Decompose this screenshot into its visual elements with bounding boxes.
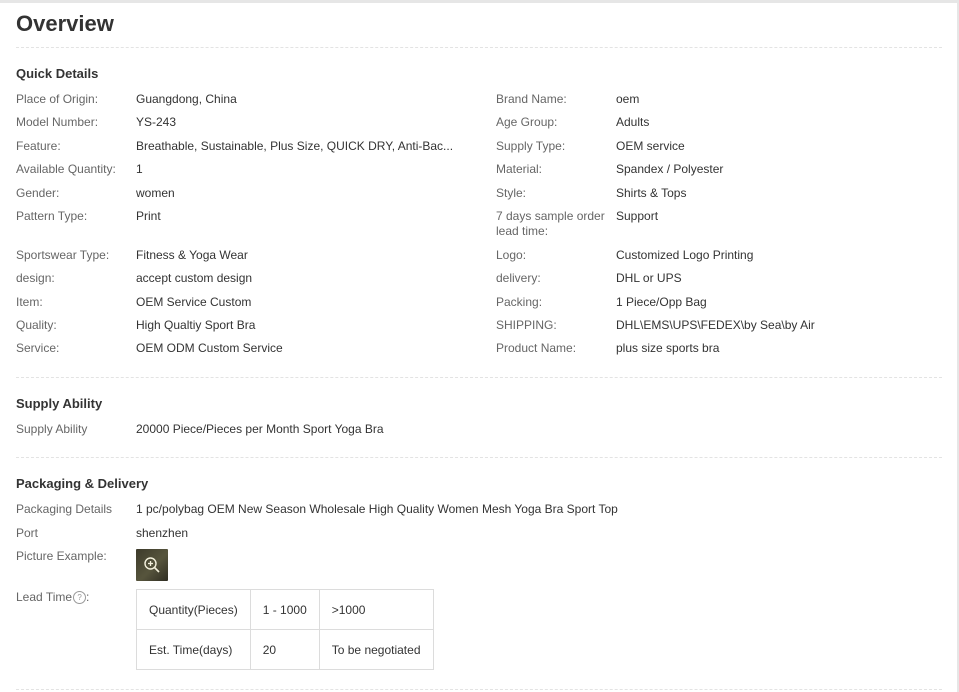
supply-ability-value: 20000 Piece/Pieces per Month Sport Yoga …: [136, 422, 384, 436]
detail-value: OEM ODM Custom Service: [136, 341, 283, 355]
detail-label: Sportswear Type:: [16, 248, 110, 262]
detail-label: 7 days sample order lead time:: [496, 209, 605, 238]
detail-value: accept custom design: [136, 271, 253, 285]
detail-label: Quality:: [16, 318, 57, 332]
detail-value: 1 Piece/Opp Bag: [616, 295, 707, 309]
detail-label: delivery:: [496, 271, 541, 285]
detail-value: women: [136, 186, 175, 200]
divider: [16, 689, 942, 690]
table-cell: 1 - 1000: [249, 589, 320, 630]
detail-value: Guangdong, China: [136, 92, 237, 106]
detail-label: Age Group:: [496, 115, 558, 129]
picture-example-thumbnail[interactable]: [136, 549, 168, 581]
table-cell: Est. Time(days): [136, 629, 251, 670]
supply-ability-label: Supply Ability: [16, 422, 88, 436]
detail-value: Shirts & Tops: [616, 186, 687, 200]
packaging-details-value: 1 pc/polybag OEM New Season Wholesale Hi…: [136, 502, 618, 516]
detail-label: Model Number:: [16, 115, 99, 129]
lead-time-table: Quantity(Pieces) 1 - 1000 >1000 Est. Tim…: [136, 589, 434, 670]
detail-value: Support: [616, 209, 659, 223]
detail-label: Feature:: [16, 139, 61, 153]
detail-value: Breathable, Sustainable, Plus Size, QUIC…: [136, 139, 454, 153]
detail-label: Available Quantity:: [16, 162, 116, 176]
detail-value: DHL\EMS\UPS\FEDEX\by Sea\by Air: [616, 318, 815, 332]
detail-label: Place of Origin:: [16, 92, 99, 106]
detail-label: Material:: [496, 162, 543, 176]
detail-label: SHIPPING:: [496, 318, 557, 332]
page-title: Overview: [16, 11, 114, 36]
detail-label: Packing:: [496, 295, 543, 309]
lead-time-label: Lead Time?:: [16, 590, 90, 604]
detail-label: Style:: [496, 186, 527, 200]
detail-value: Spandex / Polyester: [616, 162, 724, 176]
detail-value: OEM service: [616, 139, 685, 153]
detail-value: plus size sports bra: [616, 341, 720, 355]
table-row: Quantity(Pieces) 1 - 1000 >1000: [136, 589, 434, 630]
detail-value: YS-243: [136, 115, 177, 129]
divider: [16, 47, 942, 48]
detail-value: High Qualtiy Sport Bra: [136, 318, 256, 332]
port-label: Port: [16, 526, 39, 540]
detail-label: design:: [16, 271, 55, 285]
detail-label: Gender:: [16, 186, 60, 200]
divider: [16, 457, 942, 458]
divider: [16, 377, 942, 378]
quick-details-heading: Quick Details: [16, 66, 99, 81]
detail-label: Service:: [16, 341, 60, 355]
detail-label: Brand Name:: [496, 92, 567, 106]
detail-label: Supply Type:: [496, 139, 566, 153]
port-value: shenzhen: [136, 526, 189, 540]
detail-value: Customized Logo Printing: [616, 248, 754, 262]
table-cell: >1000: [318, 589, 434, 630]
table-row: Est. Time(days) 20 To be negotiated: [136, 629, 434, 670]
detail-label: Item:: [16, 295, 43, 309]
picture-example-label: Picture Example:: [16, 549, 107, 563]
detail-label: Pattern Type:: [16, 209, 88, 223]
table-cell: Quantity(Pieces): [136, 589, 251, 630]
lead-time-label-text: Lead Time: [16, 590, 73, 604]
detail-value: 1: [136, 162, 143, 176]
help-icon[interactable]: ?: [73, 591, 87, 604]
table-cell: To be negotiated: [318, 629, 434, 670]
detail-value: oem: [616, 92, 640, 106]
packaging-delivery-heading: Packaging & Delivery: [16, 476, 149, 491]
supply-ability-heading: Supply Ability: [16, 396, 103, 411]
table-cell: 20: [249, 629, 320, 670]
detail-value: Print: [136, 209, 161, 223]
detail-value: Fitness & Yoga Wear: [136, 248, 248, 262]
detail-value: OEM Service Custom: [136, 295, 252, 309]
detail-value: DHL or UPS: [616, 271, 682, 285]
detail-value: Adults: [616, 115, 650, 129]
packaging-details-label: Packaging Details: [16, 502, 113, 516]
detail-label: Logo:: [496, 248, 527, 262]
detail-label: Product Name:: [496, 341, 577, 355]
zoom-in-icon: [144, 557, 160, 573]
